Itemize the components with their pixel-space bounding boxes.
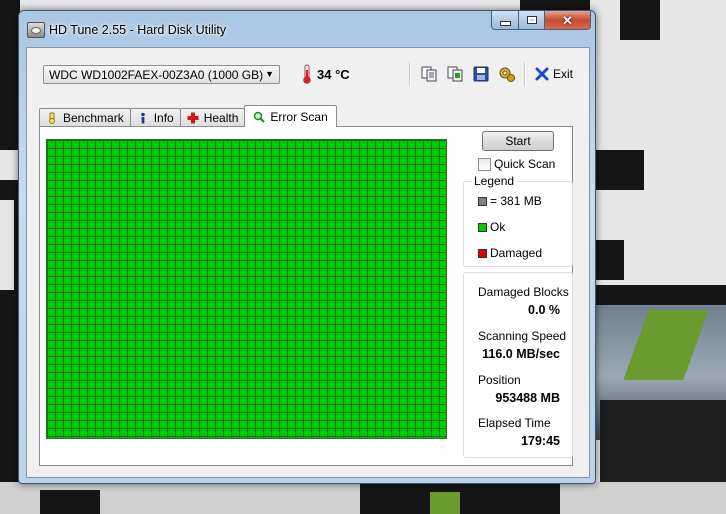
damaged-blocks-label: Damaged Blocks — [478, 285, 569, 299]
caption-buttons: ✕ — [491, 11, 591, 30]
position-value: 953488 MB — [495, 391, 560, 405]
maximize-icon — [526, 16, 537, 24]
minimize-icon — [499, 20, 511, 26]
thermometer-icon — [303, 64, 311, 84]
error-scan-panel: Start Quick Scan Legend = 381 MB Ok Dama… — [39, 126, 573, 466]
damaged-blocks-value: 0.0 % — [528, 303, 560, 317]
save-icon[interactable] — [472, 65, 490, 83]
info-icon — [140, 112, 145, 124]
toolbar-separator — [409, 62, 411, 86]
legend-label: = 381 MB — [490, 194, 542, 208]
window-title: HD Tune 2.55 - Hard Disk Utility — [49, 23, 227, 37]
legend-label: Ok — [490, 220, 506, 234]
temperature-readout: 34 °C — [317, 67, 350, 82]
health-icon — [187, 112, 199, 124]
tab-strip: Benchmark Info Health Error Scan — [39, 105, 337, 127]
drive-select-value: WDC WD1002FAEX-00Z3A0 (1000 GB) — [49, 68, 264, 82]
quick-scan-checkbox[interactable]: Quick Scan — [478, 157, 555, 171]
copy-screenshot-icon[interactable] — [446, 65, 464, 83]
close-icon: ✕ — [562, 12, 573, 28]
exit-label: Exit — [553, 67, 574, 81]
minimize-button[interactable] — [491, 11, 519, 30]
legend-swatch — [478, 196, 487, 206]
app-window: HD Tune 2.55 - Hard Disk Utility ✕ WDC W… — [18, 10, 596, 484]
magnifier-icon — [254, 111, 266, 123]
legend-item-ok: Ok — [478, 220, 505, 234]
copy-text-icon[interactable] — [420, 65, 438, 83]
checkbox-box[interactable] — [478, 157, 491, 171]
tab-benchmark[interactable]: Benchmark — [39, 108, 131, 127]
scan-block-grid — [46, 139, 447, 439]
exit-icon — [535, 67, 549, 81]
tab-label: Health — [203, 111, 239, 125]
tab-health[interactable]: Health — [179, 108, 246, 127]
title-bar[interactable]: HD Tune 2.55 - Hard Disk Utility ✕ — [19, 11, 595, 47]
legend-label: Damaged — [490, 246, 543, 260]
legend-title: Legend — [472, 174, 517, 188]
legend-group: Legend = 381 MB Ok Damaged — [463, 174, 573, 267]
scanning-speed-label: Scanning Speed — [478, 329, 567, 343]
benchmark-icon — [49, 112, 55, 124]
legend-item-block-size: = 381 MB — [478, 194, 542, 208]
tab-label: Error Scan — [270, 109, 328, 124]
drive-select[interactable]: WDC WD1002FAEX-00Z3A0 (1000 GB) ▼ — [43, 65, 280, 84]
quick-scan-label: Quick Scan — [494, 157, 556, 171]
options-icon[interactable] — [498, 65, 516, 83]
elapsed-time-value: 179:45 — [521, 434, 560, 448]
position-label: Position — [478, 373, 521, 387]
legend-item-damaged: Damaged — [478, 246, 542, 260]
tab-info[interactable]: Info — [129, 108, 181, 127]
tab-error-scan[interactable]: Error Scan — [244, 105, 337, 127]
tab-label: Info — [153, 111, 174, 125]
client-area: WDC WD1002FAEX-00Z3A0 (1000 GB) ▼ 34 °C — [26, 47, 590, 478]
scan-stats-group: Damaged Blocks 0.0 % Scanning Speed 116.… — [463, 272, 573, 458]
hard-disk-app-icon — [27, 22, 45, 38]
close-button[interactable]: ✕ — [545, 11, 591, 30]
elapsed-time-label: Elapsed Time — [478, 416, 551, 430]
exit-button[interactable]: Exit — [535, 64, 573, 84]
start-button[interactable]: Start — [482, 131, 554, 151]
scanning-speed-value: 116.0 MB/sec — [482, 347, 560, 361]
legend-swatch — [478, 248, 487, 258]
tab-label: Benchmark — [63, 111, 124, 125]
chevron-down-icon: ▼ — [265, 69, 274, 79]
maximize-button[interactable] — [519, 11, 545, 30]
toolbar-separator — [524, 62, 526, 86]
legend-swatch — [478, 222, 487, 232]
